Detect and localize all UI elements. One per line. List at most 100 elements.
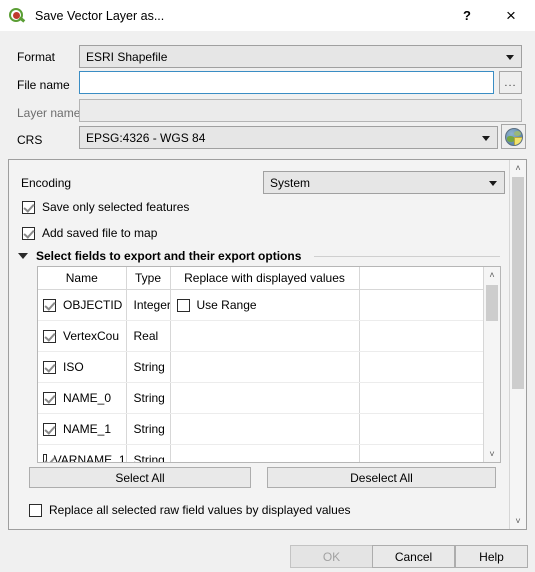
triangle-down-icon	[18, 253, 28, 259]
layer-name-label: Layer name	[17, 106, 81, 120]
table-row[interactable]: ISO String	[38, 351, 500, 383]
scroll-down-icon[interactable]: ˅	[510, 513, 526, 529]
scrollbar-thumb[interactable]	[486, 285, 498, 321]
field-option-cell[interactable]	[170, 382, 360, 414]
field-type-cell: String	[126, 351, 171, 383]
field-spacer-cell	[359, 444, 500, 462]
field-option-cell[interactable]: Use Range	[170, 289, 360, 321]
table-header-row: Name Type Replace with displayed values	[38, 267, 500, 290]
field-name-cell[interactable]: OBJECTID	[38, 289, 127, 321]
scroll-down-icon[interactable]: ˅	[484, 446, 500, 462]
field-type-cell: Integer	[126, 289, 171, 321]
column-header-replace[interactable]: Replace with displayed values	[170, 267, 360, 290]
field-spacer-cell	[359, 289, 500, 321]
table-row[interactable]: VARNAME_1 String	[38, 444, 500, 463]
title-bar: Save Vector Layer as... ? ×	[0, 0, 535, 31]
field-name-cell[interactable]: VARNAME_1	[38, 444, 127, 463]
use-range-checkbox[interactable]	[176, 298, 190, 312]
field-type-cell: Real	[126, 320, 171, 352]
crs-label: CRS	[17, 133, 43, 147]
file-name-input[interactable]	[79, 71, 494, 94]
field-name-cell[interactable]: ISO	[38, 351, 127, 383]
ok-button[interactable]: OK	[290, 545, 373, 568]
options-content: Encoding System Save only selected featu…	[9, 160, 509, 529]
select-fields-group-header[interactable]: Select fields to export and their export…	[18, 249, 301, 263]
file-name-label: File name	[17, 78, 70, 92]
field-name-label: VertexCou	[63, 329, 120, 343]
chevron-down-icon	[489, 180, 497, 186]
checkbox-box	[22, 200, 35, 214]
checkbox-box	[29, 503, 42, 517]
field-name-label: VARNAME_1	[53, 453, 126, 463]
encoding-label: Encoding	[21, 176, 72, 190]
table-row[interactable]: VertexCou Real	[38, 320, 500, 352]
field-type-cell: String	[126, 444, 171, 462]
field-option-cell[interactable]	[170, 413, 360, 445]
field-checkbox[interactable]	[43, 422, 56, 436]
field-name-label: NAME_1	[63, 422, 112, 436]
layer-name-input[interactable]	[79, 99, 522, 122]
field-checkbox[interactable]	[43, 329, 56, 343]
crs-value: EPSG:4326 - WGS 84	[86, 130, 206, 145]
field-type-cell: String	[126, 413, 171, 445]
scrollbar-thumb[interactable]	[512, 177, 524, 389]
checkbox-box	[22, 226, 35, 240]
options-panel-scrollbar[interactable]: ˄ ˅	[509, 160, 526, 529]
column-header-blank[interactable]	[359, 267, 500, 290]
select-crs-button[interactable]	[501, 124, 526, 149]
field-name-cell[interactable]: NAME_1	[38, 413, 127, 445]
fields-table[interactable]: Name Type Replace with displayed values …	[37, 266, 501, 463]
chevron-down-icon	[506, 54, 514, 60]
deselect-all-button[interactable]: Deselect All	[267, 467, 496, 488]
save-only-selected-features-checkbox[interactable]: Save only selected features	[22, 200, 189, 214]
column-header-type[interactable]: Type	[126, 267, 171, 290]
fields-table-scrollbar[interactable]: ˄ ˅	[483, 267, 500, 462]
help-icon[interactable]: ?	[447, 0, 487, 31]
field-spacer-cell	[359, 351, 500, 383]
help-button[interactable]: Help	[455, 545, 528, 568]
field-spacer-cell	[359, 413, 500, 445]
field-checkbox[interactable]	[43, 391, 56, 405]
qgis-logo-icon	[9, 7, 26, 24]
group-header-separator	[314, 256, 500, 257]
replace-all-values-checkbox[interactable]: Replace all selected raw field values by…	[29, 503, 351, 517]
window-title: Save Vector Layer as...	[35, 8, 165, 23]
field-spacer-cell	[359, 382, 500, 414]
field-name-label: NAME_0	[63, 391, 112, 405]
field-name-cell[interactable]: VertexCou	[38, 320, 127, 352]
field-option-cell[interactable]	[170, 351, 360, 383]
field-checkbox[interactable]	[43, 360, 56, 374]
fields-table-body: OBJECTID Integer Use Range VertexCou Real ISO…	[38, 289, 500, 463]
field-checkbox[interactable]	[43, 453, 47, 462]
table-row[interactable]: OBJECTID Integer Use Range	[38, 289, 500, 321]
fields-table-grid: Name Type Replace with displayed values …	[38, 267, 500, 463]
format-value: ESRI Shapefile	[86, 49, 168, 64]
field-type-cell: String	[126, 382, 171, 414]
scroll-up-icon[interactable]: ˄	[510, 160, 526, 176]
column-header-name[interactable]: Name	[38, 267, 127, 290]
browse-button[interactable]: ...	[499, 71, 522, 94]
crs-combobox[interactable]: EPSG:4326 - WGS 84	[79, 126, 498, 149]
table-row[interactable]: NAME_1 String	[38, 413, 500, 445]
encoding-combobox[interactable]: System	[263, 171, 505, 194]
close-icon[interactable]: ×	[491, 0, 531, 31]
field-option-cell[interactable]	[170, 444, 360, 462]
field-name-label: OBJECTID	[63, 298, 123, 312]
use-range-label: Use Range	[196, 298, 257, 312]
add-saved-file-to-map-checkbox[interactable]: Add saved file to map	[22, 226, 157, 240]
field-checkbox[interactable]	[43, 298, 56, 312]
save-only-selected-features-label: Save only selected features	[42, 200, 190, 214]
options-scroll-panel: Encoding System Save only selected featu…	[8, 159, 527, 530]
field-option-cell[interactable]	[170, 320, 360, 352]
select-fields-group-label: Select fields to export and their export…	[36, 249, 302, 263]
add-saved-file-to-map-label: Add saved file to map	[42, 226, 158, 240]
field-name-cell[interactable]: NAME_0	[38, 382, 127, 414]
table-row[interactable]: NAME_0 String	[38, 382, 500, 414]
encoding-value: System	[270, 175, 311, 190]
field-name-label: ISO	[63, 360, 84, 374]
replace-all-values-label: Replace all selected raw field values by…	[49, 503, 351, 517]
format-combobox[interactable]: ESRI Shapefile	[79, 45, 522, 68]
cancel-button[interactable]: Cancel	[372, 545, 455, 568]
scroll-up-icon[interactable]: ˄	[484, 267, 500, 283]
select-all-button[interactable]: Select All	[29, 467, 251, 488]
